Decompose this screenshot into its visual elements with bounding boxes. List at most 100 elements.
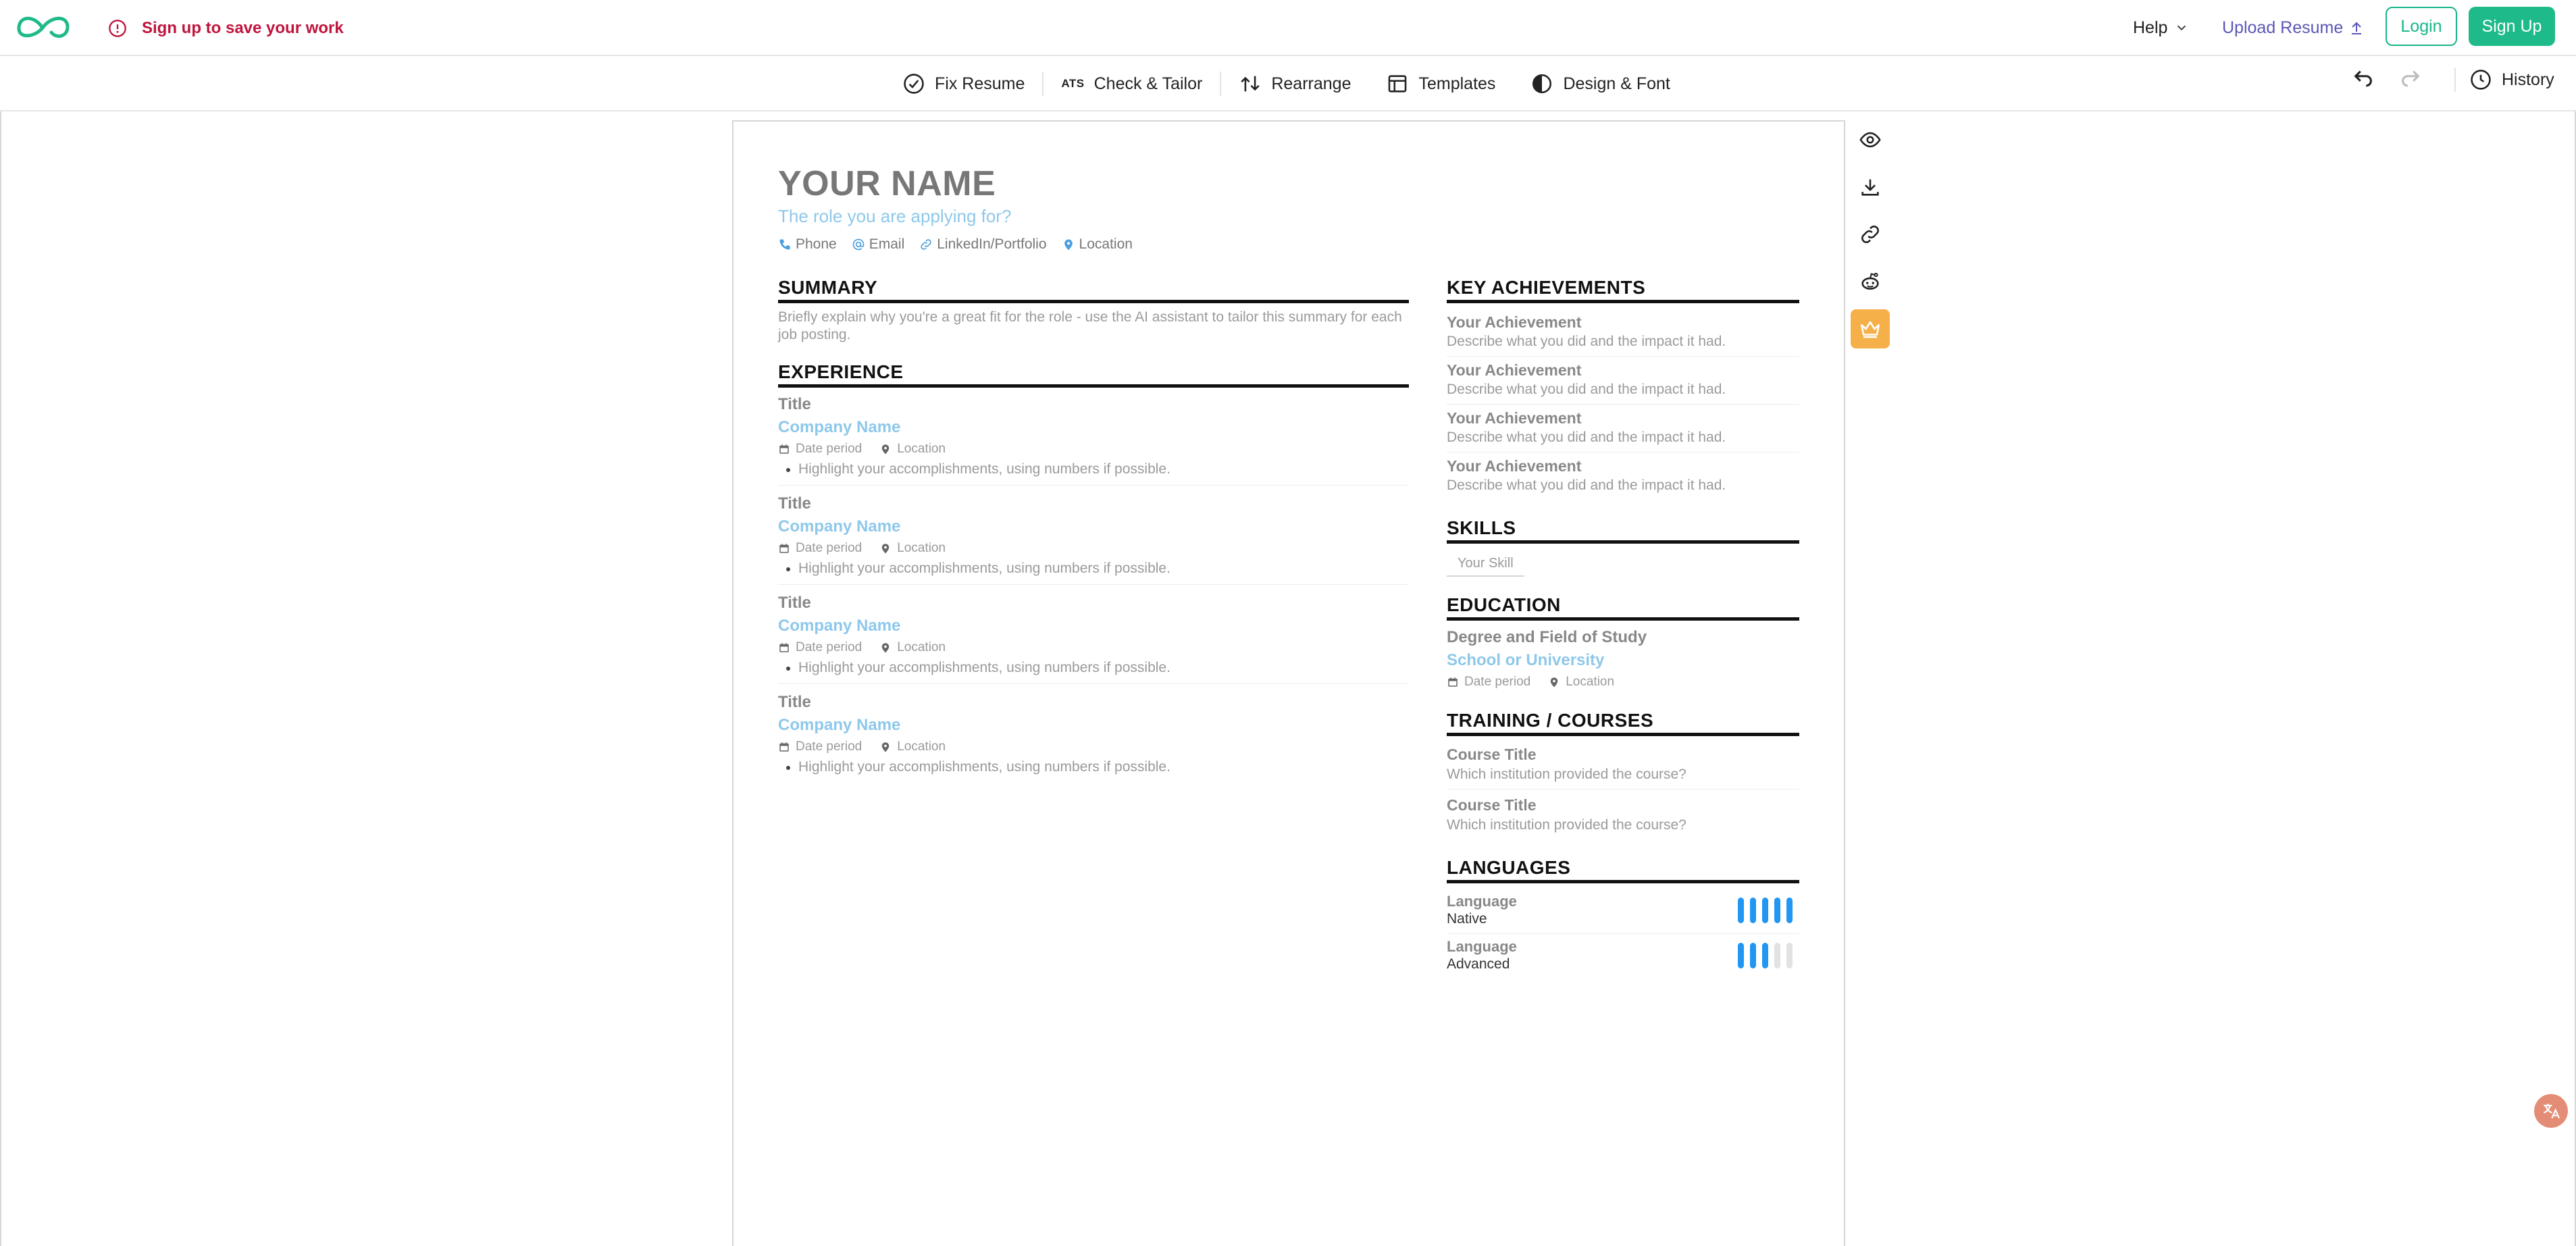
experience-date[interactable]: Date period	[778, 439, 862, 459]
check-tailor-button[interactable]: ATS Check & Tailor	[1044, 68, 1220, 99]
course-institution[interactable]: Which institution provided the course?	[1447, 816, 1799, 834]
login-button[interactable]: Login	[2386, 7, 2457, 46]
experience-bullet[interactable]: Highlight your accomplishments, using nu…	[778, 459, 1409, 479]
language-item[interactable]: Language Native	[1447, 889, 1799, 934]
experience-company[interactable]: Company Name	[778, 515, 1409, 538]
skill-chip[interactable]: Your Skill	[1447, 552, 1524, 577]
experience-location[interactable]: Location	[879, 538, 946, 559]
education-date[interactable]: Date period	[1447, 672, 1530, 692]
education-school[interactable]: School or University	[1447, 649, 1799, 672]
achievement-item[interactable]: Your Achievement Describe what you did a…	[1447, 452, 1799, 500]
achievement-title[interactable]: Your Achievement	[1447, 359, 1799, 381]
save-warning[interactable]: Sign up to save your work	[108, 16, 344, 41]
experience-company[interactable]: Company Name	[778, 615, 1409, 638]
experience-bullet[interactable]: Highlight your accomplishments, using nu…	[778, 559, 1409, 579]
achievement-desc[interactable]: Describe what you did and the impact it …	[1447, 381, 1799, 398]
experience-item[interactable]: Title Company Name Date period Location …	[778, 691, 1409, 783]
undo-icon[interactable]	[2352, 68, 2375, 90]
experience-date[interactable]: Date period	[778, 638, 862, 658]
summary-text[interactable]: Briefly explain why you're a great fit f…	[778, 309, 1409, 344]
map-pin-icon	[1550, 677, 1558, 687]
education-section[interactable]: EDUCATION Degree and Field of Study Scho…	[1447, 594, 1799, 692]
language-level[interactable]: Advanced	[1447, 956, 1517, 973]
experience-location[interactable]: Location	[879, 439, 946, 459]
language-rating[interactable]	[1738, 898, 1793, 923]
achievement-item[interactable]: Your Achievement Describe what you did a…	[1447, 405, 1799, 452]
achievement-item[interactable]: Your Achievement Describe what you did a…	[1447, 357, 1799, 405]
experience-title[interactable]: Title	[778, 691, 1409, 714]
course-title[interactable]: Course Title	[1447, 794, 1799, 816]
rating-bar	[1786, 943, 1793, 968]
skills-section[interactable]: SKILLS Your Skill	[1447, 517, 1799, 577]
share-link-button[interactable]	[1851, 215, 1890, 254]
summary-section[interactable]: SUMMARY Briefly explain why you're a gre…	[778, 277, 1409, 344]
experience-location[interactable]: Location	[879, 737, 946, 757]
resume-role[interactable]: The role you are applying for?	[778, 206, 1011, 227]
achievements-section[interactable]: KEY ACHIEVEMENTS Your Achievement Descri…	[1447, 277, 1799, 500]
achievement-item[interactable]: Your Achievement Describe what you did a…	[1447, 309, 1799, 357]
achievement-title[interactable]: Your Achievement	[1447, 455, 1799, 477]
course-item[interactable]: Course Title Which institution provided …	[1447, 792, 1799, 839]
fix-resume-button[interactable]: Fix Resume	[885, 68, 1042, 99]
download-button[interactable]	[1851, 167, 1890, 207]
course-institution[interactable]: Which institution provided the course?	[1447, 766, 1799, 783]
course-title[interactable]: Course Title	[1447, 743, 1799, 766]
experience-section[interactable]: EXPERIENCE Title Company Name Date perio…	[778, 361, 1409, 783]
languages-section[interactable]: LANGUAGES Language Native Language Advan…	[1447, 857, 1799, 979]
contact-location[interactable]: Location	[1062, 236, 1133, 253]
experience-meta: Date period Location	[778, 538, 1409, 559]
language-name[interactable]: Language	[1447, 938, 1517, 956]
upload-resume-link[interactable]: Upload Resume	[2222, 15, 2365, 41]
experience-date[interactable]: Date period	[778, 538, 862, 559]
experience-date[interactable]: Date period	[778, 737, 862, 757]
achievement-title[interactable]: Your Achievement	[1447, 407, 1799, 429]
education-location-label: Location	[1566, 675, 1615, 689]
preview-button[interactable]	[1851, 120, 1890, 159]
calendar-icon	[779, 742, 789, 752]
experience-company[interactable]: Company Name	[778, 714, 1409, 737]
experience-location[interactable]: Location	[879, 638, 946, 658]
education-location[interactable]: Location	[1548, 672, 1614, 692]
achievement-desc[interactable]: Describe what you did and the impact it …	[1447, 333, 1799, 351]
premium-button[interactable]	[1851, 309, 1890, 348]
rating-bar	[1786, 898, 1793, 923]
course-item[interactable]: Course Title Which institution provided …	[1447, 742, 1799, 789]
experience-title[interactable]: Title	[778, 592, 1409, 615]
reddit-button[interactable]	[1851, 262, 1890, 301]
education-degree[interactable]: Degree and Field of Study	[1447, 626, 1799, 649]
contact-phone[interactable]: Phone	[778, 236, 837, 253]
contact-email[interactable]: Email	[852, 236, 904, 253]
experience-item[interactable]: Title Company Name Date period Location …	[778, 393, 1409, 486]
resume-name[interactable]: YOUR NAME	[778, 163, 996, 204]
experience-company[interactable]: Company Name	[778, 416, 1409, 439]
experience-item[interactable]: Title Company Name Date period Location …	[778, 492, 1409, 585]
training-section[interactable]: TRAINING / COURSES Course Title Which in…	[1447, 710, 1799, 839]
experience-item[interactable]: Title Company Name Date period Location …	[778, 592, 1409, 684]
contact-linkedin[interactable]: LinkedIn/Portfolio	[919, 236, 1047, 253]
language-name[interactable]: Language	[1447, 893, 1517, 910]
signup-button[interactable]: Sign Up	[2469, 7, 2555, 46]
rearrange-button[interactable]: Rearrange	[1221, 68, 1368, 99]
experience-title[interactable]: Title	[778, 492, 1409, 515]
design-font-button[interactable]: Design & Font	[1513, 68, 1687, 99]
redo-icon[interactable]	[2399, 68, 2422, 90]
language-level[interactable]: Native	[1447, 910, 1517, 928]
achievement-desc[interactable]: Describe what you did and the impact it …	[1447, 429, 1799, 446]
experience-bullet[interactable]: Highlight your accomplishments, using nu…	[778, 658, 1409, 678]
map-pin-icon	[881, 643, 890, 653]
ats-icon: ATS	[1061, 77, 1085, 90]
language-rating[interactable]	[1738, 943, 1793, 968]
logo-icon[interactable]	[15, 9, 72, 45]
achievement-desc[interactable]: Describe what you did and the impact it …	[1447, 477, 1799, 494]
history-button[interactable]: History	[2469, 66, 2554, 93]
experience-bullet[interactable]: Highlight your accomplishments, using nu…	[778, 757, 1409, 777]
experience-title[interactable]: Title	[778, 393, 1409, 416]
help-menu[interactable]: Help	[2133, 15, 2189, 41]
templates-button[interactable]: Templates	[1368, 68, 1513, 99]
clock-icon	[2471, 70, 2491, 90]
achievement-title[interactable]: Your Achievement	[1447, 311, 1799, 333]
translate-button[interactable]	[2534, 1094, 2568, 1128]
rating-bar	[1738, 943, 1744, 968]
language-item[interactable]: Language Advanced	[1447, 934, 1799, 979]
experience-location-label: Location	[897, 640, 946, 654]
